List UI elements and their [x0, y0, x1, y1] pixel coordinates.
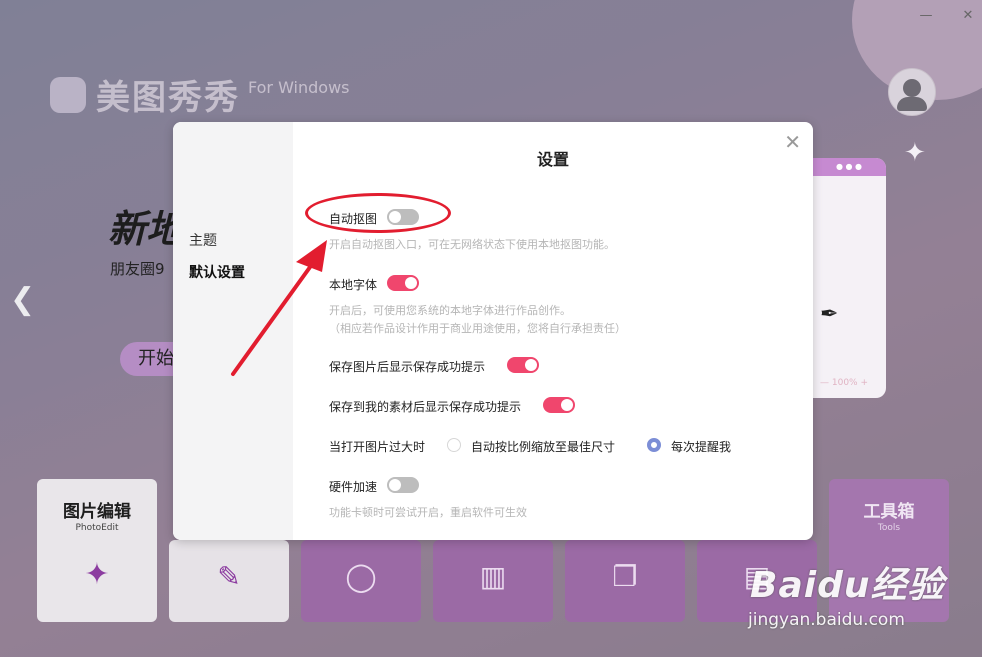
watermark-url: jingyan.baidu.com: [748, 610, 905, 630]
watermark-main: Baidu经验: [750, 565, 945, 606]
baidu-watermark: Baidu经验 jingyan.baidu.com: [748, 556, 945, 630]
